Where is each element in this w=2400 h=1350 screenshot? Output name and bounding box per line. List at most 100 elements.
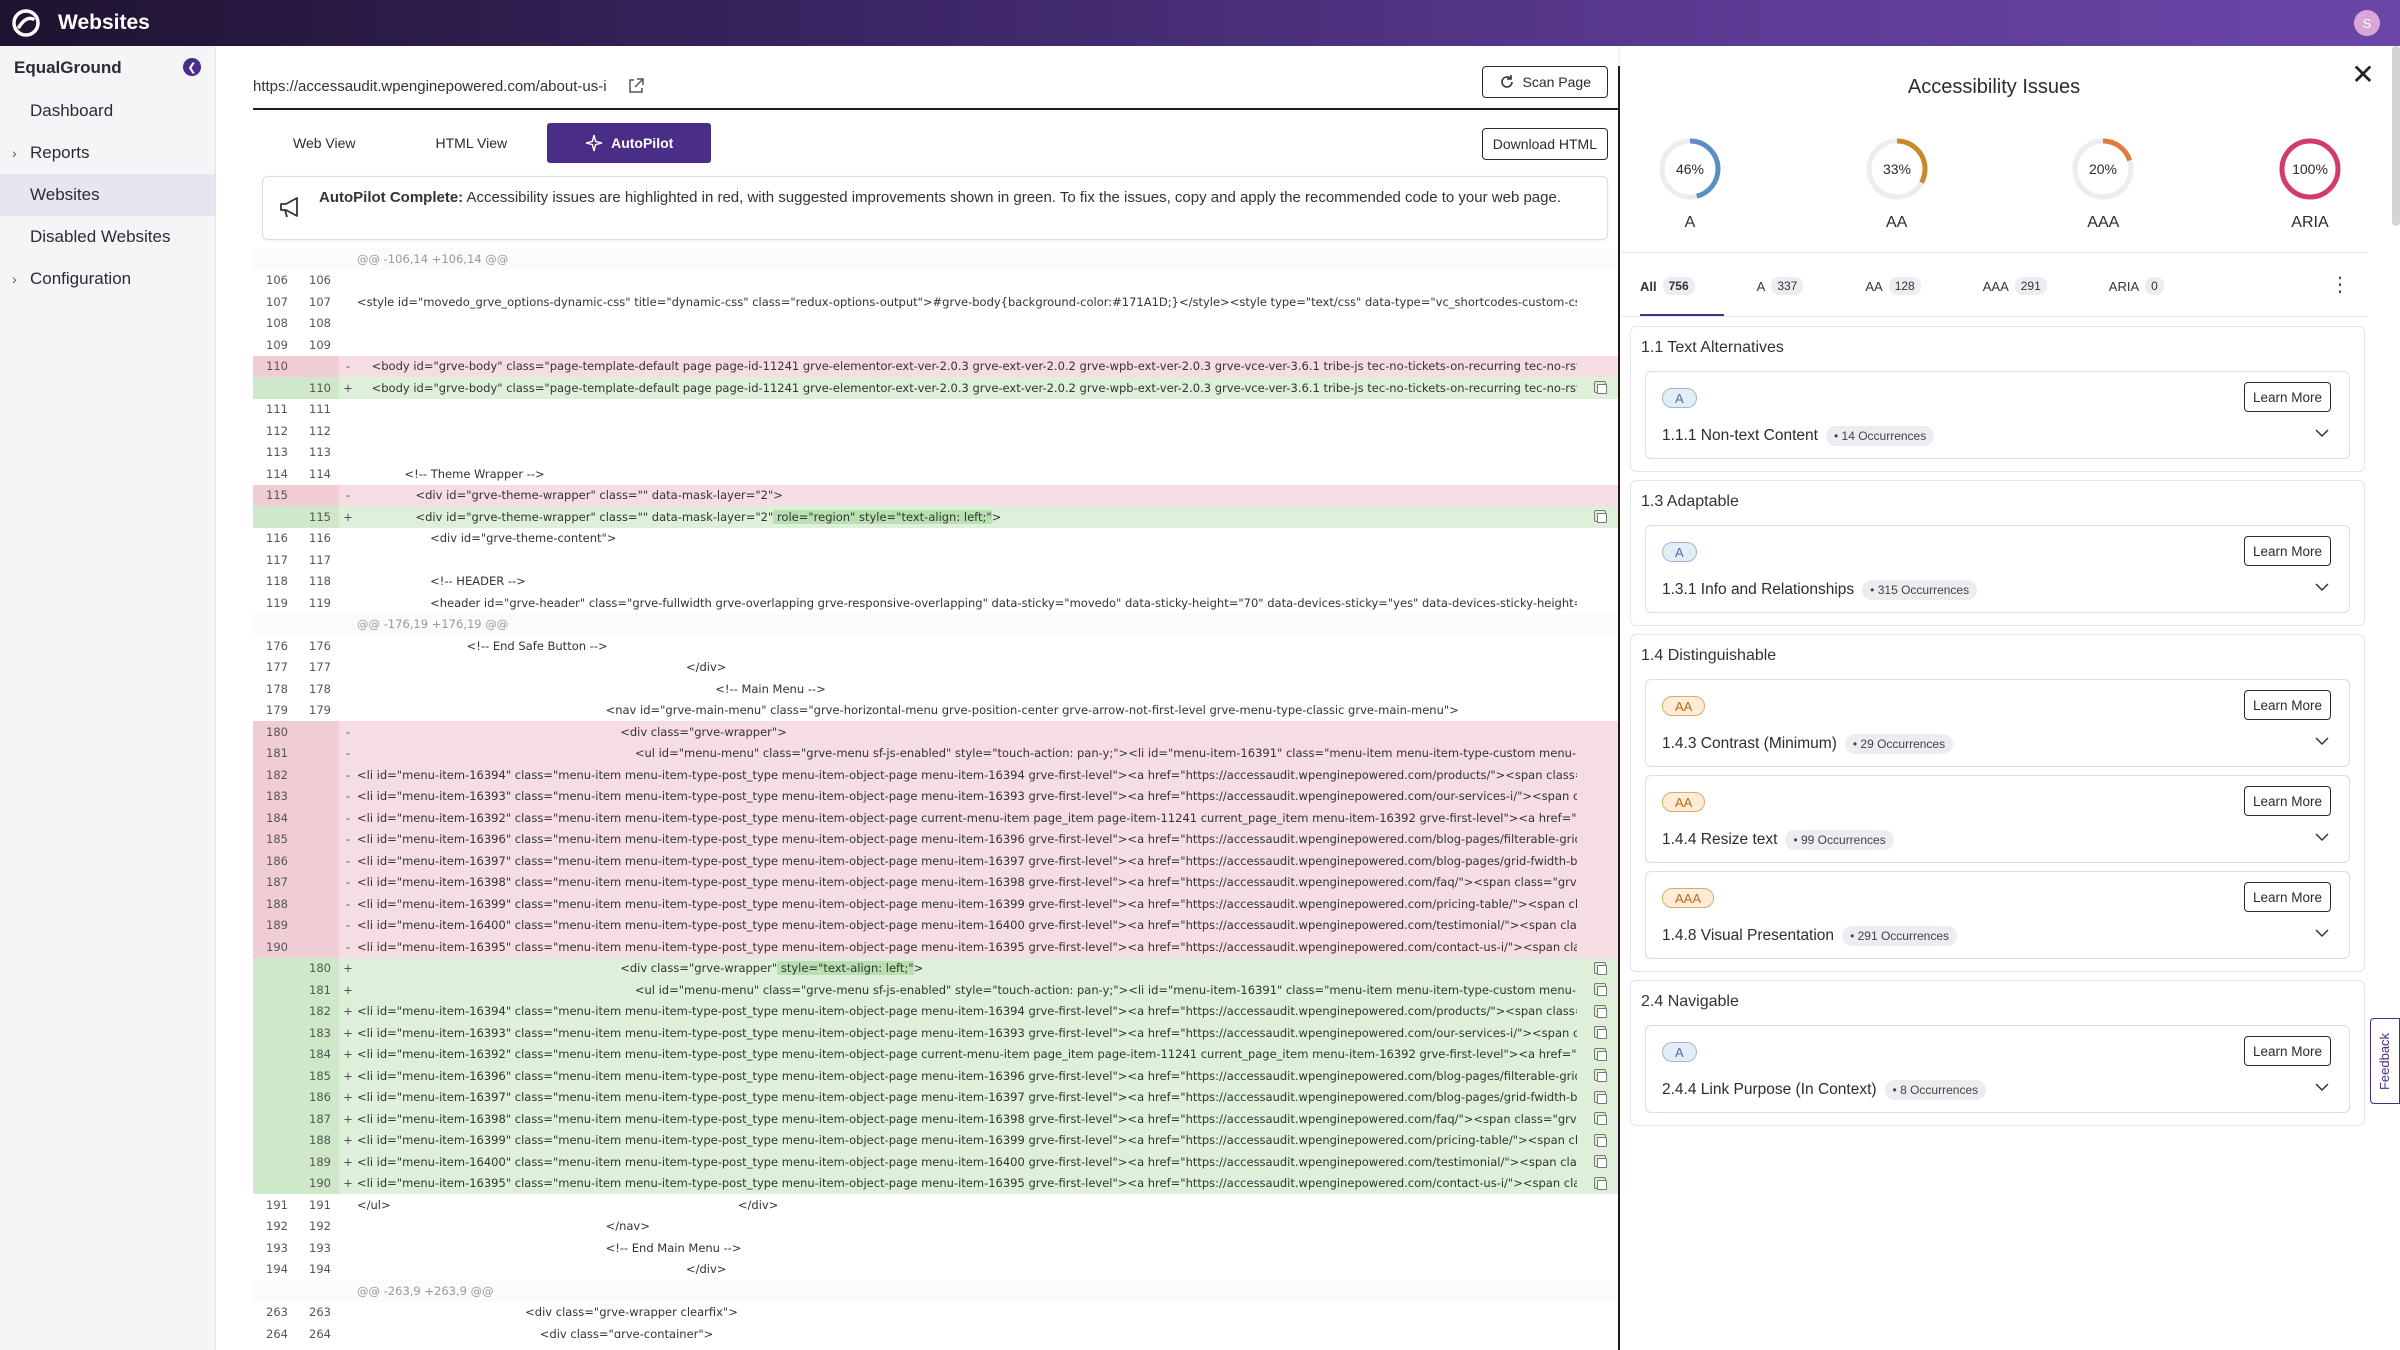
code-text: <nav id="grve-main-menu" class="grve-hor… xyxy=(357,703,1577,717)
sidebar-item-disabled-websites[interactable]: Disabled Websites xyxy=(0,216,215,258)
level-badge: A xyxy=(1662,388,1697,408)
megaphone-icon xyxy=(277,193,305,221)
diff-sign: + xyxy=(343,509,353,524)
copy-icon[interactable] xyxy=(1594,1069,1607,1082)
sidebar-item-configuration[interactable]: › Configuration xyxy=(0,258,215,300)
new-line-number: 185 xyxy=(296,1065,339,1087)
more-options-icon[interactable]: ⋮ xyxy=(2330,272,2350,297)
old-line-number: 186 xyxy=(253,850,296,872)
bullet: • xyxy=(1850,929,1858,943)
copy-icon[interactable] xyxy=(1594,1026,1607,1039)
diff-added-line: 110 + <body id="grve-body" class="page-te… xyxy=(253,377,1618,399)
feedback-tab[interactable]: Feedback xyxy=(2370,1018,2400,1104)
code-text: @@ -106,14 +106,14 @@ xyxy=(357,252,1577,266)
new-line-number: 177 xyxy=(309,660,331,675)
score-value: 46% xyxy=(1676,161,1704,177)
code-text: <li id="menu-item-16395" class="menu-ite… xyxy=(357,1176,1577,1190)
issue-card[interactable]: AA 1.4.3 Contrast (Minimum) • 29 Occurrenc… xyxy=(1645,679,2350,767)
learn-more-button[interactable]: Learn More xyxy=(2243,1036,2331,1066)
diff-added-line: 181 + <ul id="menu-menu" class="grve-menu… xyxy=(253,979,1618,1001)
chevron-down-icon[interactable] xyxy=(2315,580,2329,594)
filter-tab-label: AA xyxy=(1865,278,1883,294)
copy-icon[interactable] xyxy=(1594,381,1607,394)
new-line-number: 112 xyxy=(309,423,331,438)
issue-card[interactable]: AAA 1.4.8 Visual Presentation • 291 Occurr… xyxy=(1645,871,2350,959)
code-segment: @@ -106,14 +106,14 @@ xyxy=(357,251,509,266)
criterion: 1.4.8 Visual Presentation • 291 Occurrenc… xyxy=(1662,926,1957,946)
copy-icon[interactable] xyxy=(1594,1090,1607,1104)
score-label: AAA xyxy=(2087,214,2120,231)
learn-more-button[interactable]: Learn More xyxy=(2243,690,2331,720)
new-line-number: 115 xyxy=(296,506,339,528)
filter-tab-aa[interactable]: AA 128 xyxy=(1865,277,1921,295)
occurrences-count: 291 Occurrences xyxy=(1857,929,1949,943)
chevron-down-icon[interactable] xyxy=(2315,926,2329,940)
old-line-number xyxy=(253,1043,296,1065)
sidebar-item-reports[interactable]: › Reports xyxy=(0,132,215,174)
chevron-down-icon[interactable] xyxy=(2315,426,2329,440)
copy-icon[interactable] xyxy=(1594,1047,1607,1061)
filter-tab-label: A xyxy=(1756,278,1766,294)
filter-tab-aaa[interactable]: AAA 291 xyxy=(1983,277,2047,295)
copy-icon[interactable] xyxy=(1594,510,1607,523)
avatar[interactable]: S xyxy=(2354,10,2380,36)
criterion: 1.4.3 Contrast (Minimum) • 29 Occurrences xyxy=(1662,734,1954,754)
scrollbar[interactable] xyxy=(2392,46,2400,226)
copy-icon[interactable] xyxy=(1594,1112,1607,1125)
sidebar-item-websites[interactable]: Websites xyxy=(0,174,215,216)
learn-more-button[interactable]: Learn More xyxy=(2243,786,2331,816)
external-link-icon[interactable] xyxy=(627,77,645,95)
filter-tab-a[interactable]: A 337 xyxy=(1757,277,1804,295)
scan-page-label: Scan Page xyxy=(1522,74,1592,90)
top-bar: Websites S xyxy=(0,0,2400,46)
copy-icon[interactable] xyxy=(1594,1155,1607,1168)
copy-icon[interactable] xyxy=(1594,1176,1607,1190)
code-segment: <li id="menu-item-16397" class="menu-ite… xyxy=(357,1090,1577,1105)
new-line-number: 117 xyxy=(309,552,331,567)
copy-icon[interactable] xyxy=(1594,961,1607,975)
diff-sign: - xyxy=(345,875,351,890)
tab-web-view[interactable]: Web View xyxy=(253,123,396,163)
diff-sign: - xyxy=(345,918,351,933)
occurrences-badge: • 291 Occurrences xyxy=(1842,926,1957,946)
filter-tab-all[interactable]: All 756 xyxy=(1640,277,1695,295)
diff-removed-line: 189 - <li id="menu-item-16400" class="menu… xyxy=(253,914,1618,936)
old-line-number: 112 xyxy=(266,423,288,438)
copy-icon[interactable] xyxy=(1594,983,1607,996)
chevron-down-icon[interactable] xyxy=(2315,830,2329,844)
close-icon[interactable]: ✕ xyxy=(2348,60,2378,90)
learn-more-button[interactable]: Learn More xyxy=(2243,536,2331,566)
copy-icon[interactable] xyxy=(1594,1004,1607,1018)
section-title: 1.1 Text Alternatives xyxy=(1641,339,1784,356)
code-text: <style id="movedo_grve_options-dynamic-c… xyxy=(357,295,1577,309)
chevron-down-icon[interactable] xyxy=(2315,734,2329,748)
copy-icon[interactable] xyxy=(1594,1133,1607,1147)
sidebar-item-dashboard[interactable]: Dashboard xyxy=(0,90,215,132)
learn-more-button[interactable]: Learn More xyxy=(2243,882,2331,912)
score-value: 100% xyxy=(2292,161,2328,177)
diff-context-line: 263 263 <div class="grve-wrapper clearfix… xyxy=(253,1302,1618,1324)
diff-sign: + xyxy=(343,1047,353,1062)
diff-sign: - xyxy=(345,724,351,739)
issue-card[interactable]: A 2.4.4 Link Purpose (In Context) • 8 Occu… xyxy=(1645,1025,2350,1113)
old-line-number: 188 xyxy=(253,893,296,915)
issue-card[interactable]: A 1.1.1 Non-text Content • 14 Occurrences L… xyxy=(1645,371,2350,459)
tab-html-view[interactable]: HTML View xyxy=(396,123,548,163)
new-line-number xyxy=(296,936,339,958)
issue-card[interactable]: A 1.3.1 Info and Relationships • 315 Occur… xyxy=(1645,525,2350,613)
filter-tab-aria[interactable]: ARIA 0 xyxy=(2109,277,2164,295)
code-segment: <li id="menu-item-16399" class="menu-ite… xyxy=(357,896,1577,911)
tab-autopilot[interactable]: AutoPilot xyxy=(547,123,712,163)
download-html-button[interactable]: Download HTML xyxy=(1481,128,1608,160)
diff-hunk-header: @@ -263,9 +263,9 @@ xyxy=(253,1280,1618,1302)
scan-page-button[interactable]: Scan Page xyxy=(1481,66,1608,98)
app-logo-icon[interactable] xyxy=(10,7,42,39)
page-url: https://accessaudit.wpenginepowered.com/… xyxy=(253,77,607,95)
new-line-number: 187 xyxy=(296,1108,339,1130)
code-text: <!-- Theme Wrapper --> xyxy=(357,467,1577,481)
learn-more-button[interactable]: Learn More xyxy=(2243,382,2331,412)
collapse-sidebar-icon[interactable]: ❮ xyxy=(183,58,201,76)
old-line-number: 119 xyxy=(266,595,288,610)
chevron-down-icon[interactable] xyxy=(2315,1080,2329,1094)
issue-card[interactable]: AA 1.4.4 Resize text • 99 Occurrences Learn… xyxy=(1645,775,2350,863)
